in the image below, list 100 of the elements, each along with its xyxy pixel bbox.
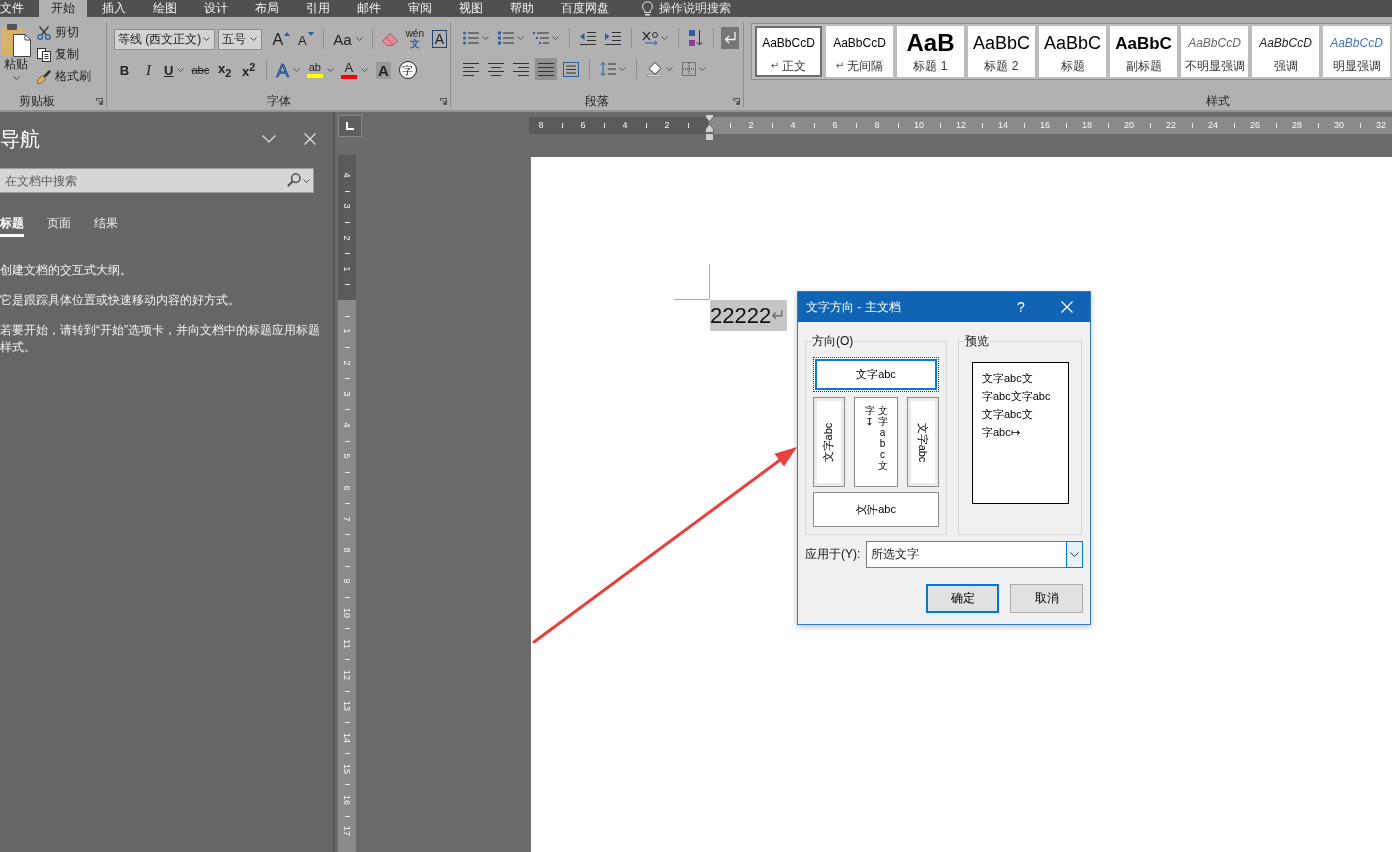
ruler-number: 2 [748, 120, 754, 131]
highlight-button[interactable]: ab [304, 59, 336, 81]
ribbon-tab[interactable]: 视图 [447, 0, 495, 17]
font-color-button[interactable]: A [338, 59, 370, 81]
ribbon-tab[interactable]: 开始 [39, 0, 87, 17]
character-border-button[interactable]: A [429, 28, 450, 50]
underline-button[interactable]: U [162, 59, 187, 81]
preview-text: 文字abc文 [982, 371, 1034, 386]
scissors-icon [37, 25, 51, 40]
ruler-number: 6 [832, 120, 838, 131]
ribbon-tab[interactable]: 布局 [243, 0, 291, 17]
ribbon-tab[interactable]: 邮件 [345, 0, 393, 17]
pane-tab[interactable]: 标题 [0, 212, 24, 237]
sort-button[interactable] [686, 27, 706, 49]
paragraph-mark: ↵ [771, 305, 786, 327]
align-center-icon [488, 62, 504, 76]
caret-icon [12, 76, 20, 80]
style-sample: AaB [906, 29, 955, 57]
ribbon-tab[interactable]: 绘图 [141, 0, 189, 17]
dialog-button[interactable]: 确定 [926, 584, 999, 613]
style-item[interactable]: AaBbCcD 不明显强调 [1181, 26, 1248, 77]
dialog-launcher-icon[interactable] [96, 97, 103, 105]
italic-button[interactable]: I [138, 59, 159, 81]
ribbon-tab[interactable]: 百度网盘 [549, 0, 621, 17]
ruler-number: 15 [342, 763, 352, 774]
group-label: 剪贴板 [19, 92, 55, 110]
ribbon-tab[interactable]: 文件 [0, 0, 36, 17]
justify-button[interactable] [535, 58, 557, 80]
dialog-button[interactable]: 取消 [1010, 584, 1083, 613]
style-item[interactable]: AaB 标题 1 [897, 26, 964, 77]
style-sample: AaBbCcD [1330, 35, 1383, 52]
style-item[interactable]: AaBbC 副标题 [1110, 26, 1177, 77]
increase-indent-icon [605, 31, 621, 45]
help-button[interactable]: ? [1011, 295, 1031, 319]
style-item[interactable]: AaBbCcD 强调 [1252, 26, 1319, 77]
tell-me-search[interactable]: 操作说明搜索 [642, 0, 731, 17]
text-direction-option[interactable]: 字↧ 文字abc文 [854, 397, 898, 487]
copy-button[interactable]: 复制 [37, 45, 91, 64]
style-sample: AaBbCcD [833, 35, 886, 52]
style-item[interactable]: AaBbCcD ↵ 正文 [755, 26, 822, 77]
ruler-number: 2 [664, 120, 670, 131]
ruler-number: 22 [1166, 120, 1176, 131]
font-size-field[interactable]: 五号 [217, 28, 262, 50]
style-item[interactable]: AaBbCcD ↵ 无间隔 [826, 26, 893, 77]
text-direction-option[interactable]: 文字abc [813, 397, 845, 487]
font-name-field[interactable]: 等线 (西文正文) [114, 28, 215, 50]
group-title: 方向(O) [811, 334, 855, 348]
ribbon-tab[interactable]: 插入 [90, 0, 138, 17]
style-item[interactable]: AaBbCcD 明显强调 [1323, 26, 1390, 77]
preview-text: 字abc↦ [982, 425, 1021, 440]
ribbon-tab[interactable]: 引用 [294, 0, 342, 17]
ruler-number: 8 [874, 120, 880, 131]
document-text: 22222 [710, 302, 772, 330]
paste-button[interactable]: 粘贴 [0, 22, 32, 92]
format-painter-button[interactable]: 格式刷 [37, 67, 91, 86]
ruler-number: 17 [342, 826, 352, 837]
style-sample: AaBbC [1043, 32, 1101, 55]
ruler-number: 4 [342, 422, 352, 428]
style-item[interactable]: AaBbC 标题 [1039, 26, 1106, 77]
field-label: 应用于(Y): [805, 546, 861, 563]
dialog-launcher-icon[interactable] [733, 97, 740, 105]
phonetic-guide-button[interactable]: wén 文 [403, 28, 426, 50]
shrink-font-button[interactable]: A [295, 28, 317, 50]
dropdown-arrow-button[interactable] [1066, 541, 1083, 568]
decrease-indent-icon [580, 31, 596, 45]
pane-tab[interactable]: 页面 [47, 212, 71, 237]
pane-tab[interactable]: 结果 [94, 212, 118, 237]
text-direction-option[interactable]: 文字abc [907, 397, 939, 487]
text-direction-option[interactable]: 文字abc [813, 357, 939, 392]
caret-icon [202, 37, 210, 41]
chevron-down-icon[interactable] [262, 135, 276, 143]
tab-selector-button[interactable] [338, 115, 362, 137]
grow-font-button[interactable]: A [270, 28, 293, 50]
superscript-button[interactable]: x$^{2}$ [238, 59, 260, 81]
ruler-number: 12 [956, 120, 966, 131]
numbered-list-icon [498, 31, 514, 45]
style-sample: AaBbCcD [1259, 35, 1312, 52]
indent-marker-icon[interactable] [705, 114, 714, 141]
subscript-button[interactable]: x$_{2}$ [214, 59, 236, 81]
dialog-launcher-icon[interactable] [440, 97, 447, 105]
ruler-number: 14 [342, 732, 352, 743]
search-field[interactable]: 在文档中搜索 [0, 168, 314, 193]
ribbon-tab[interactable]: 设计 [192, 0, 240, 17]
bold-button[interactable]: B [114, 59, 135, 81]
style-item[interactable]: AaBbC 标题 2 [968, 26, 1035, 77]
cut-button[interactable]: 剪切 [37, 23, 91, 42]
multilevel-list-icon [533, 31, 549, 45]
caret-icon[interactable] [303, 179, 310, 183]
show-marks-button[interactable] [721, 27, 739, 49]
strikethrough-button[interactable]: abc [189, 59, 212, 81]
close-icon[interactable] [304, 133, 316, 145]
change-case-button[interactable]: Aa [331, 28, 365, 50]
ribbon-tab[interactable]: 帮助 [498, 0, 546, 17]
apply-to-dropdown[interactable]: 所选文字 [866, 541, 1083, 568]
distributed-icon [563, 61, 579, 77]
ribbon-tab[interactable]: 审阅 [396, 0, 444, 17]
caret-icon [249, 37, 257, 41]
ruler-number: 16 [1040, 120, 1050, 131]
text-direction-option[interactable]: 文字abc [813, 492, 939, 527]
search-icon[interactable] [287, 173, 301, 187]
